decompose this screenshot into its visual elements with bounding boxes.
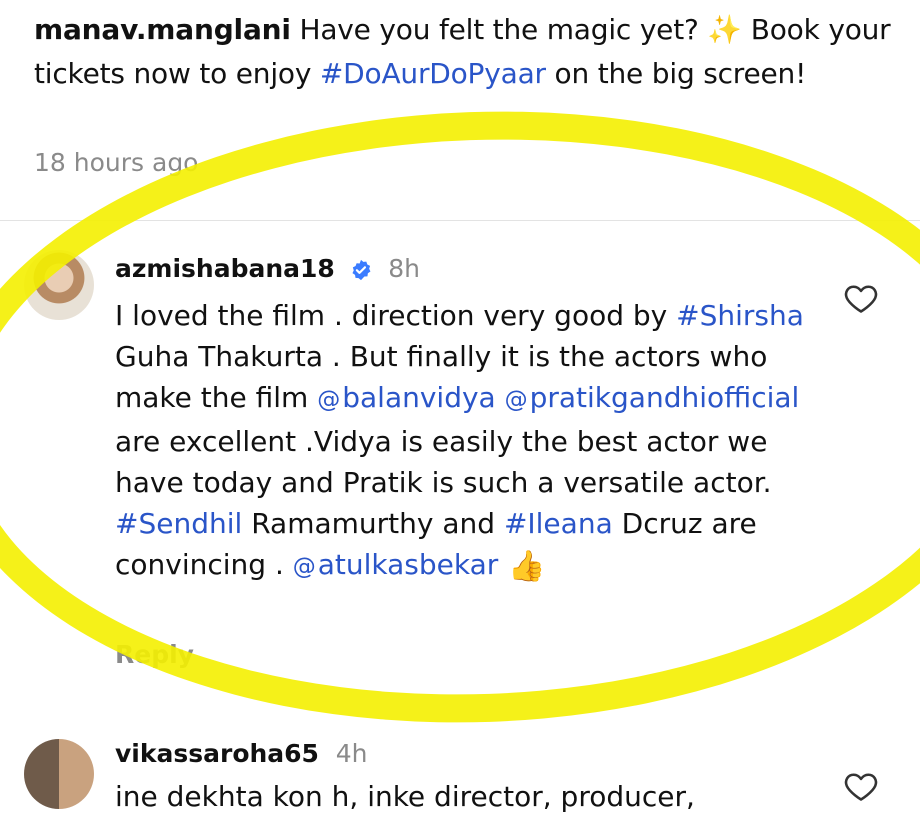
post-timestamp: 18 hours ago — [34, 148, 199, 177]
hashtag-link[interactable]: #Sendhil — [115, 507, 242, 540]
caption-text-3: on the big screen! — [545, 57, 807, 90]
comment-text: ine dekhta kon h, inke director, produce… — [115, 780, 695, 813]
comment-text-segment: are excellent .Vidya is easily the best … — [115, 425, 772, 499]
sparkles-icon: ✨ — [707, 13, 743, 46]
threads-icon: @ — [317, 387, 341, 413]
comment-text-segment: I loved the film . direction very good b… — [115, 299, 677, 332]
hashtag-link[interactable]: #Ileana — [504, 507, 613, 540]
mention-handle[interactable]: balanvidya — [342, 381, 495, 414]
mention-link[interactable]: @atulkasbekar — [293, 548, 499, 581]
comment-text-segment — [496, 381, 505, 414]
comment-username[interactable]: azmishabana18 — [115, 254, 335, 283]
hashtag-link[interactable]: #Shirsha — [676, 299, 804, 332]
avatar[interactable] — [24, 739, 94, 809]
comment-user-header: vikassaroha65 4h — [115, 739, 367, 768]
reply-button[interactable]: Reply — [115, 640, 194, 669]
mention-link[interactable]: @pratikgandhiofficial — [505, 381, 800, 414]
caption-text-1: Have you felt the magic yet? — [290, 13, 708, 46]
avatar[interactable] — [24, 250, 94, 320]
comment-time: 8h — [388, 254, 421, 283]
mention-handle[interactable]: atulkasbekar — [318, 548, 499, 581]
threads-icon: @ — [504, 387, 528, 413]
divider — [0, 220, 920, 221]
verified-icon — [352, 259, 370, 281]
comment-username[interactable]: vikassaroha65 — [115, 739, 319, 768]
mention-link[interactable]: @balanvidya — [317, 381, 495, 414]
comment-time: 4h — [335, 739, 368, 768]
threads-icon: @ — [292, 554, 316, 580]
post-caption: manav.manglani Have you felt the magic y… — [34, 8, 894, 96]
comment-text-segment: Ramamurthy and — [242, 507, 504, 540]
heart-icon[interactable] — [843, 280, 879, 316]
post-author[interactable]: manav.manglani — [34, 13, 291, 46]
post-hashtag[interactable]: #DoAurDoPyaar — [320, 57, 546, 90]
comment-text: I loved the film . direction very good b… — [115, 295, 815, 588]
comment-user-header: azmishabana18 8h — [115, 254, 420, 283]
thumbs-up-icon: 👍 — [508, 549, 546, 584]
mention-handle[interactable]: pratikgandhiofficial — [530, 381, 800, 414]
heart-icon[interactable] — [843, 768, 879, 804]
